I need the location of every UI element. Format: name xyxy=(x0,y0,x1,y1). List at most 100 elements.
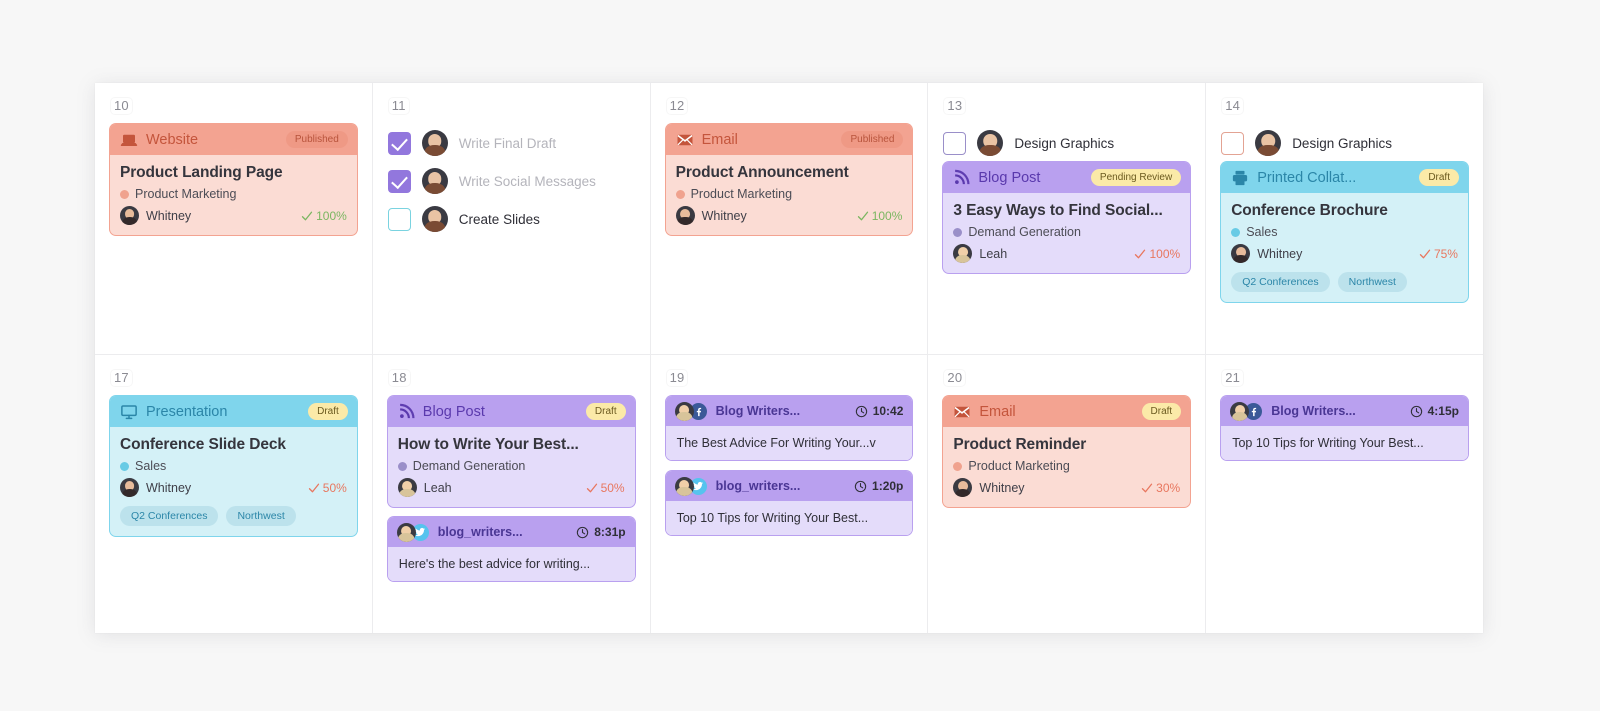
avatar xyxy=(675,477,694,496)
assignee-name: Leah xyxy=(979,247,1127,261)
day-cell-11[interactable]: 11Write Final DraftWrite Social Messages… xyxy=(373,83,651,354)
todo-row[interactable]: Write Social Messages xyxy=(388,162,635,200)
card-type-label: Email xyxy=(979,404,1133,420)
todo-checkbox[interactable] xyxy=(943,132,966,155)
campaign-color-dot xyxy=(120,462,129,471)
campaign-color-dot xyxy=(953,462,962,471)
content-calendar: 10 WebsitePublishedProduct Landing PagePr… xyxy=(95,83,1483,633)
status-badge: Draft xyxy=(586,403,626,420)
todo-checkbox[interactable] xyxy=(1221,132,1244,155)
card-body: How to Write Your Best...Demand Generati… xyxy=(388,427,635,507)
avatar xyxy=(977,130,1003,156)
todo-row[interactable]: Design Graphics xyxy=(943,124,1190,162)
campaign-label: Product Marketing xyxy=(968,459,1069,473)
todo-label: Create Slides xyxy=(459,212,540,227)
todo-checkbox[interactable] xyxy=(388,132,411,155)
campaign-row: Demand Generation xyxy=(398,459,625,473)
tag-chip[interactable]: Northwest xyxy=(226,506,295,526)
tag-chip[interactable]: Northwest xyxy=(1338,272,1407,292)
check-icon xyxy=(1419,248,1431,260)
todo-checkbox[interactable] xyxy=(388,170,411,193)
campaign-label: Sales xyxy=(1246,225,1277,239)
card-type-label: Website xyxy=(146,132,278,148)
campaign-label: Demand Generation xyxy=(413,459,526,473)
todo-label: Write Final Draft xyxy=(459,136,556,151)
social-post-header: Blog Writers...10:42 xyxy=(666,396,913,426)
card-header: Presentation Draft xyxy=(110,396,357,427)
social-post-card[interactable]: blog_writers...1:20pTop 10 Tips for Writ… xyxy=(666,471,913,535)
avatar xyxy=(1255,130,1281,156)
status-badge: Draft xyxy=(308,403,348,420)
tag-chip[interactable]: Q2 Conferences xyxy=(1231,272,1329,292)
day-cell-10[interactable]: 10 WebsitePublishedProduct Landing PagePr… xyxy=(95,83,373,354)
day-cell-14[interactable]: 14 Design GraphicsPrinted Collat...DraftC… xyxy=(1206,83,1483,354)
campaign-color-dot xyxy=(398,462,407,471)
campaign-row: Product Marketing xyxy=(676,187,903,201)
social-handle: Blog Writers... xyxy=(716,404,848,418)
scheduled-time: 8:31p xyxy=(576,525,625,539)
progress-indicator: 100% xyxy=(1134,247,1180,261)
day-cell-12[interactable]: 12EmailPublishedProduct AnnouncementProd… xyxy=(651,83,929,354)
progress-value: 100% xyxy=(872,209,903,223)
social-post-card[interactable]: blog_writers...8:31pHere's the best advi… xyxy=(388,517,635,581)
content-card[interactable]: Email Draft Product Reminder Product Market… xyxy=(943,396,1190,507)
card-title: Conference Brochure xyxy=(1231,202,1458,220)
card-type-label: Blog Post xyxy=(978,170,1083,186)
card-header: Email Draft xyxy=(943,396,1190,427)
content-card[interactable]: Presentation Draft Conference Slide DeckSa… xyxy=(110,396,357,536)
card-type-label: Presentation xyxy=(146,404,300,420)
todo-row[interactable]: Write Final Draft xyxy=(388,124,635,162)
calendar-week-row: 10 WebsitePublishedProduct Landing PagePr… xyxy=(95,83,1483,355)
assignee-row: Whitney100% xyxy=(120,206,347,225)
tag-chip[interactable]: Q2 Conferences xyxy=(120,506,218,526)
card-title: Product Announcement xyxy=(676,164,903,182)
rss-icon xyxy=(398,403,415,420)
social-post-text: Top 10 Tips for Writing Your Best... xyxy=(666,501,913,535)
check-icon xyxy=(301,210,313,222)
card-type-label: Printed Collat... xyxy=(1257,170,1411,186)
avatar xyxy=(676,206,695,225)
social-post-card[interactable]: Blog Writers...4:15pTop 10 Tips for Writ… xyxy=(1221,396,1468,460)
day-cell-20[interactable]: 20EmailDraftProduct ReminderProduct Mark… xyxy=(928,355,1206,633)
progress-indicator: 100% xyxy=(857,209,903,223)
social-post-card[interactable]: Blog Writers...10:42The Best Advice For … xyxy=(666,396,913,460)
day-cell-17[interactable]: 17PresentationDraftConference Slide Deck… xyxy=(95,355,373,633)
status-badge: Draft xyxy=(1142,403,1182,420)
campaign-row: Demand Generation xyxy=(953,225,1180,239)
day-number: 21 xyxy=(1221,369,1244,387)
day-cell-21[interactable]: 21 Blog Writers...4:15pTop 10 Tips for Wr… xyxy=(1206,355,1483,633)
social-post-text: Here's the best advice for writing... xyxy=(388,547,635,581)
assignee-row: Whitney 30% xyxy=(953,478,1180,497)
clock-icon xyxy=(854,480,867,493)
card-header: WebsitePublished xyxy=(110,124,357,155)
presentation-icon xyxy=(120,403,138,421)
content-card[interactable]: WebsitePublishedProduct Landing PageProd… xyxy=(110,124,357,235)
avatar xyxy=(675,402,694,421)
day-cell-19[interactable]: 19Blog Writers...10:42The Best Advice Fo… xyxy=(651,355,929,633)
card-body: Conference Slide DeckSalesWhitney50%Q2 C… xyxy=(110,427,357,536)
day-number: 10 xyxy=(110,97,133,115)
social-avatar-group xyxy=(675,477,709,496)
day-number: 14 xyxy=(1221,97,1244,115)
card-title: Product Reminder xyxy=(953,436,1180,454)
progress-indicator: 30% xyxy=(1141,481,1180,495)
check-icon xyxy=(308,482,320,494)
content-card[interactable]: Blog PostPending Review3 Easy Ways to Fi… xyxy=(943,162,1190,273)
day-number: 18 xyxy=(388,369,411,387)
todo-row[interactable]: Create Slides xyxy=(388,200,635,238)
card-header: Blog PostPending Review xyxy=(943,162,1190,193)
content-card[interactable]: Blog PostDraftHow to Write Your Best...D… xyxy=(388,396,635,507)
content-card[interactable]: Printed Collat...DraftConference Brochur… xyxy=(1221,162,1468,302)
assignee-name: Whitney xyxy=(979,481,1134,495)
card-header: Blog PostDraft xyxy=(388,396,635,427)
todo-checkbox[interactable] xyxy=(388,208,411,231)
avatar xyxy=(1230,402,1249,421)
avatar xyxy=(422,130,448,156)
laptop-icon xyxy=(120,131,138,149)
day-cell-18[interactable]: 18 Blog PostDraftHow to Write Your Best..… xyxy=(373,355,651,633)
todo-row[interactable]: Design Graphics xyxy=(1221,124,1468,162)
assignee-name: Leah xyxy=(424,481,579,495)
envelope-icon xyxy=(953,403,971,421)
content-card[interactable]: EmailPublishedProduct AnnouncementProduc… xyxy=(666,124,913,235)
day-cell-13[interactable]: 13Design GraphicsBlog PostPending Review… xyxy=(928,83,1206,354)
